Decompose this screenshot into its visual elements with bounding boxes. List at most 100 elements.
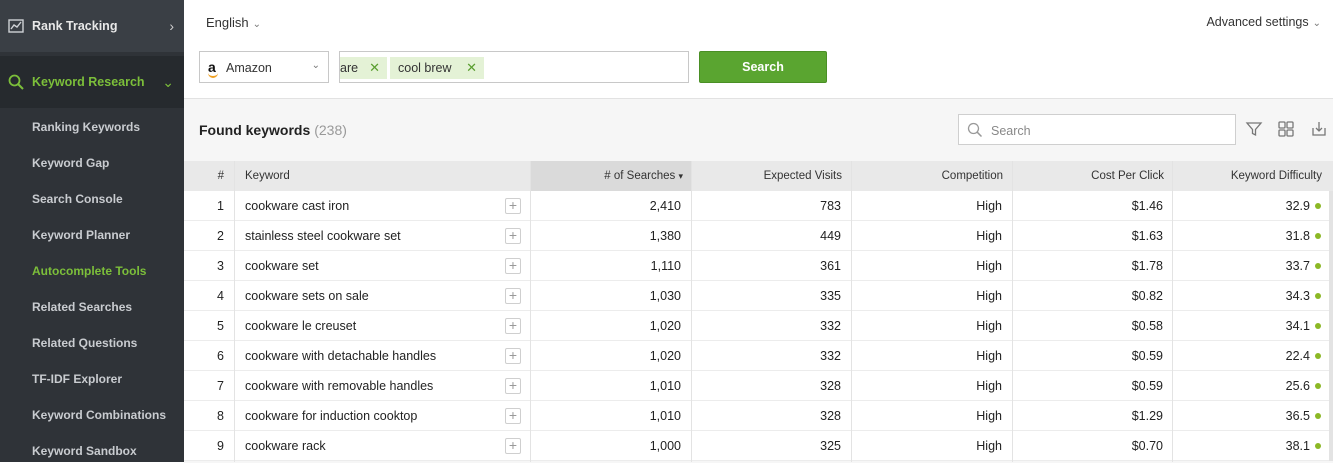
filter-icon[interactable] — [1245, 120, 1263, 138]
keyword-tags-input[interactable]: are ✕ cool brew ✕ — [339, 51, 689, 83]
searches-value: 1,000 — [649, 439, 681, 453]
export-icon[interactable] — [1310, 120, 1328, 138]
competition-value: High — [976, 409, 1002, 423]
column-header-expected-visits[interactable]: Expected Visits — [691, 161, 851, 191]
search-icon — [8, 74, 24, 90]
add-keyword-icon[interactable]: + — [505, 318, 521, 334]
sidebar-item[interactable]: Ranking Keywords — [32, 120, 140, 134]
competition-value: High — [976, 349, 1002, 363]
competition-value: High — [976, 439, 1002, 453]
visits-value: 783 — [820, 199, 841, 213]
add-keyword-icon[interactable]: + — [505, 288, 521, 304]
difficulty-value: 34.3 — [1285, 289, 1310, 303]
difficulty-indicator-icon — [1315, 203, 1321, 209]
column-divider — [691, 161, 692, 462]
difficulty-indicator-icon — [1315, 323, 1321, 329]
sidebar-item[interactable]: Related Questions — [32, 336, 137, 350]
scrollbar-track[interactable] — [1329, 281, 1333, 311]
chevron-down-icon: ⌄ — [162, 73, 174, 90]
language-dropdown[interactable]: English ⌄ — [206, 15, 261, 30]
add-keyword-icon[interactable]: + — [505, 228, 521, 244]
competition-value: High — [976, 229, 1002, 243]
column-divider — [1172, 161, 1173, 462]
advanced-settings-label: Advanced settings — [1206, 15, 1309, 29]
sidebar-item[interactable]: Autocomplete Tools — [32, 264, 146, 278]
column-header-number[interactable]: # — [184, 161, 230, 191]
scrollbar-track[interactable] — [1329, 221, 1333, 251]
add-keyword-icon[interactable]: + — [505, 258, 521, 274]
nav-keyword-research[interactable]: Keyword Research ⌄ — [0, 56, 184, 108]
keyword-text: cookware le creuset — [245, 319, 357, 333]
add-keyword-icon[interactable]: + — [505, 408, 521, 424]
searches-value: 1,010 — [649, 409, 681, 423]
column-header-searches[interactable]: # of Searches ▾ — [531, 161, 691, 191]
sidebar-item[interactable]: Related Searches — [32, 300, 132, 314]
row-number: 3 — [217, 259, 224, 273]
chevron-down-icon: ⌄ — [252, 19, 262, 30]
sidebar: Rank Tracking › Keyword Research ⌄ Ranki… — [0, 0, 184, 462]
keyword-tag-label: are — [340, 61, 359, 75]
column-header-keyword[interactable]: Keyword — [245, 161, 445, 191]
table-row[interactable]: 7 cookware with removable handles +1,010 32… — [184, 371, 1333, 401]
cpc-value: $0.82 — [1131, 289, 1163, 303]
cpc-value: $1.63 — [1131, 229, 1163, 243]
table-row[interactable]: 5 cookware le creuset +1,020 332 High $0.58 34… — [184, 311, 1333, 341]
remove-tag-icon[interactable]: ✕ — [466, 60, 477, 76]
cpc-value: $1.78 — [1131, 259, 1163, 273]
sidebar-item[interactable]: Search Console — [32, 192, 123, 206]
keyword-tag: cool brew ✕ — [390, 57, 484, 79]
search-button[interactable]: Search — [699, 51, 827, 83]
scrollbar-track[interactable] — [1329, 401, 1333, 431]
table-row[interactable]: 9 cookware rack +1,000 325 High $0.70 38.1 — [184, 431, 1333, 461]
competition-value: High — [976, 259, 1002, 273]
difficulty-value: 33.7 — [1285, 259, 1310, 273]
difficulty-indicator-icon — [1315, 233, 1321, 239]
column-header-competition[interactable]: Competition — [852, 161, 1012, 191]
sidebar-item[interactable]: Keyword Gap — [32, 156, 109, 170]
table-row[interactable]: 2 stainless steel cookware set +1,380 449 Hi… — [184, 221, 1333, 251]
row-number: 1 — [217, 199, 224, 213]
advanced-settings-toggle[interactable]: Advanced settings ⌄ — [1206, 15, 1321, 29]
columns-grid-icon[interactable] — [1277, 120, 1295, 138]
difficulty-indicator-icon — [1315, 293, 1321, 299]
sort-desc-icon: ▾ — [678, 171, 683, 181]
column-header-cpc[interactable]: Cost Per Click — [1012, 161, 1172, 191]
column-header-keyword-difficulty[interactable]: Keyword Difficulty — [1172, 161, 1332, 191]
scrollbar-track[interactable] — [1329, 371, 1333, 401]
table-row[interactable]: 1 cookware cast iron +2,410 783 High $1.46 32.… — [184, 191, 1333, 221]
language-label: English — [206, 15, 249, 30]
difficulty-value: 32.9 — [1285, 199, 1310, 213]
found-keywords-title: Found keywords (238) — [199, 122, 347, 138]
scrollbar-track[interactable] — [1329, 191, 1333, 221]
found-keywords-label: Found keywords — [199, 122, 311, 138]
results-search-field[interactable] — [958, 114, 1236, 145]
keyword-text: cookware for induction cooktop — [245, 409, 418, 423]
keyword-text: cookware rack — [245, 439, 326, 453]
add-keyword-icon[interactable]: + — [505, 348, 521, 364]
scrollbar-track[interactable] — [1329, 251, 1333, 281]
nav-rank-tracking[interactable]: Rank Tracking › — [0, 0, 184, 52]
sidebar-item[interactable]: Keyword Combinations — [32, 408, 166, 422]
search-engine-select[interactable]: a Amazon ⌄ — [199, 51, 329, 83]
table-row[interactable]: 3 cookware set +1,110 361 High $1.78 33.7 — [184, 251, 1333, 281]
keyword-tag: are ✕ — [340, 57, 387, 79]
scrollbar-track[interactable] — [1329, 311, 1333, 341]
sidebar-item[interactable]: TF-IDF Explorer — [32, 372, 122, 386]
column-divider — [851, 161, 852, 462]
table-row[interactable]: 4 cookware sets on sale +1,030 335 High $0.82… — [184, 281, 1333, 311]
add-keyword-icon[interactable]: + — [505, 198, 521, 214]
add-keyword-icon[interactable]: + — [505, 378, 521, 394]
search-icon — [967, 122, 983, 138]
scrollbar-track[interactable] — [1329, 431, 1333, 461]
table-row[interactable]: 8 cookware for induction cooktop +1,010 328… — [184, 401, 1333, 431]
sidebar-item[interactable]: Keyword Planner — [32, 228, 130, 242]
add-keyword-icon[interactable]: + — [505, 438, 521, 454]
results-search-input[interactable] — [989, 121, 1233, 141]
row-number: 4 — [217, 289, 224, 303]
remove-tag-icon[interactable]: ✕ — [369, 60, 380, 76]
table-row[interactable]: 6 cookware with detachable handles +1,020 3… — [184, 341, 1333, 371]
difficulty-indicator-icon — [1315, 413, 1321, 419]
row-number: 8 — [217, 409, 224, 423]
scrollbar-track[interactable] — [1329, 341, 1333, 371]
sidebar-item[interactable]: Keyword Sandbox — [32, 444, 137, 458]
